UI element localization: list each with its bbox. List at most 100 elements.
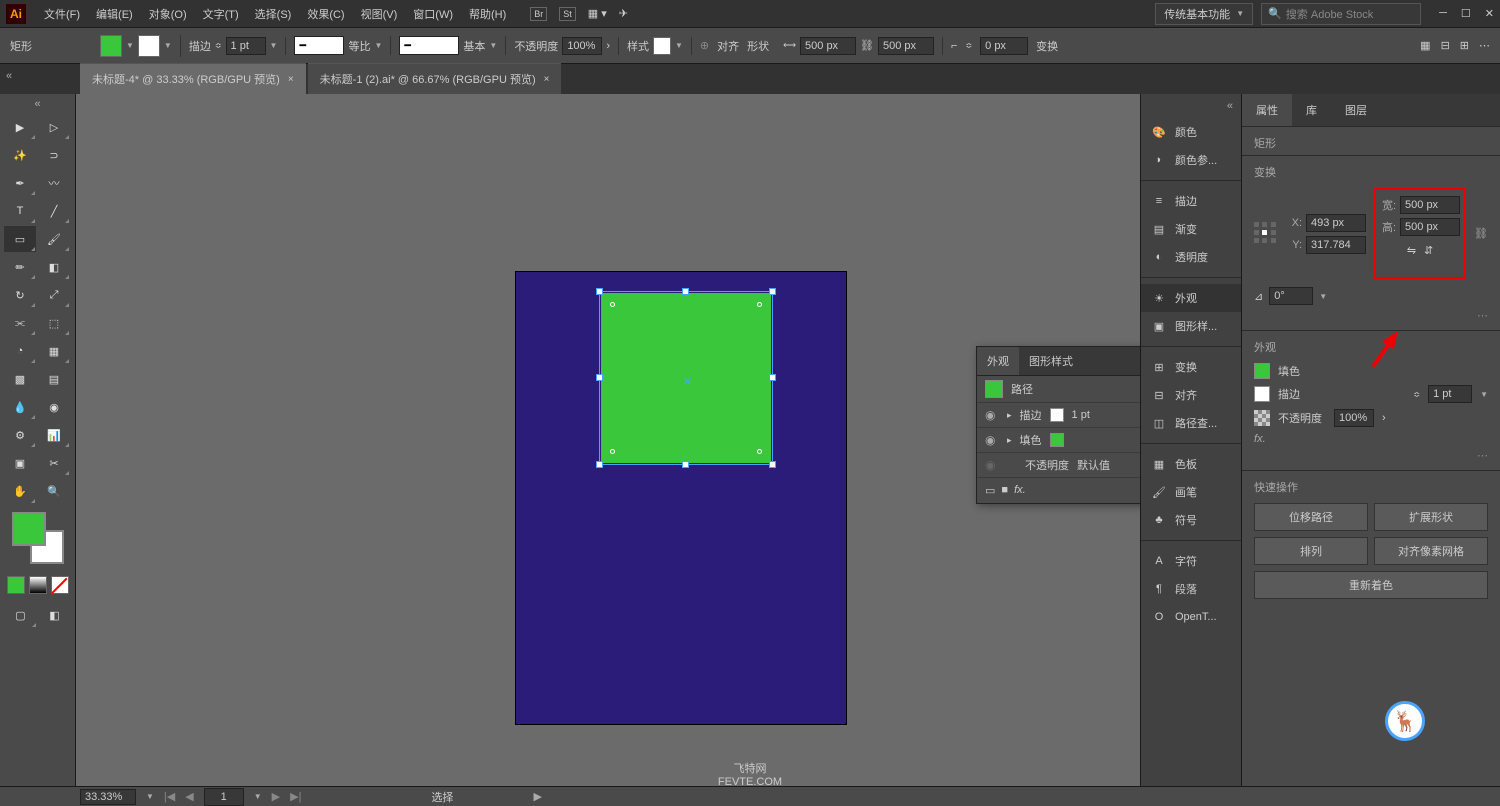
expand-icon[interactable]: ▸: [1007, 410, 1012, 421]
eraser-tool[interactable]: ◧: [38, 254, 70, 280]
maximize-icon[interactable]: ☐: [1461, 7, 1471, 20]
menu-select[interactable]: 选择(S): [247, 0, 300, 27]
toolbox-collapse-icon[interactable]: «: [4, 98, 71, 110]
fill-swatch[interactable]: [100, 35, 122, 57]
align-pixel-button[interactable]: 对齐像素网格: [1374, 537, 1488, 565]
transform-label[interactable]: 变换: [1036, 38, 1058, 54]
close-icon[interactable]: ✕: [1485, 7, 1494, 20]
magic-wand-tool[interactable]: ✨: [4, 142, 36, 168]
opacity-input[interactable]: 100%: [1334, 409, 1374, 427]
artboard-tool[interactable]: ▣: [4, 450, 36, 476]
status-chevron[interactable]: ▶: [533, 790, 541, 803]
strip-collapse-icon[interactable]: «: [1141, 100, 1241, 112]
appearance-tab[interactable]: 外观: [977, 347, 1019, 375]
gradient-tool[interactable]: ▤: [38, 366, 70, 392]
props-tab-layers[interactable]: 图层: [1331, 94, 1381, 126]
stroke-swatch[interactable]: [1254, 386, 1270, 402]
menu-help[interactable]: 帮助(H): [461, 0, 514, 27]
x-input[interactable]: [1306, 214, 1366, 232]
last-artboard-icon[interactable]: ▶|: [290, 790, 301, 803]
strip-opentype[interactable]: OOpenT...: [1141, 603, 1241, 631]
stroke-row[interactable]: ◉ ▸ 描边 1 pt: [977, 403, 1140, 428]
graphic-styles-tab[interactable]: 图形样式: [1019, 347, 1083, 375]
opacity-row[interactable]: ◉ 不透明度 默认值: [977, 453, 1140, 478]
pen-tool[interactable]: ✒: [4, 170, 36, 196]
shape-builder-tool[interactable]: ◔: [4, 338, 36, 364]
hand-tool[interactable]: ✋: [4, 478, 36, 504]
fx-icon[interactable]: fx.: [1014, 484, 1026, 497]
fill-row[interactable]: ◉ ▸ 填色: [977, 428, 1140, 453]
style-swatch[interactable]: [653, 37, 671, 55]
width-input[interactable]: 500 px: [800, 37, 856, 55]
strip-character[interactable]: A字符: [1141, 547, 1241, 575]
line-tool[interactable]: ╱: [38, 198, 70, 224]
menu-effect[interactable]: 效果(C): [299, 0, 352, 27]
strip-transparency[interactable]: ◐透明度: [1141, 243, 1241, 271]
flip-h-icon[interactable]: ⇋: [1407, 244, 1416, 257]
align-panel-icon[interactable]: ⊟: [1441, 39, 1450, 52]
opacity-chevron[interactable]: ›: [606, 40, 610, 52]
direct-selection-tool[interactable]: ▷: [38, 114, 70, 140]
strip-paragraph[interactable]: ¶段落: [1141, 575, 1241, 603]
arrange-icon[interactable]: ▦ ▾: [588, 7, 607, 21]
none-mode-swatch[interactable]: [51, 576, 69, 594]
slice-tool[interactable]: ✂: [38, 450, 70, 476]
selected-rectangle[interactable]: [601, 293, 771, 463]
graph-tool[interactable]: 📊: [38, 422, 70, 448]
tab-collapse-icon[interactable]: «: [6, 70, 12, 82]
menu-window[interactable]: 窗口(W): [405, 0, 461, 27]
reference-point[interactable]: [1254, 222, 1278, 246]
strip-pathfinder[interactable]: ◫路径查...: [1141, 409, 1241, 437]
bridge-icon[interactable]: Br: [530, 7, 547, 21]
close-icon[interactable]: ×: [544, 74, 550, 85]
curvature-tool[interactable]: 〰: [38, 170, 70, 196]
perspective-tool[interactable]: ▦: [38, 338, 70, 364]
stroke-weight-input[interactable]: 1 pt: [1428, 385, 1472, 403]
screen-mode-tool[interactable]: ▢: [5, 602, 37, 628]
offset-path-button[interactable]: 位移路径: [1254, 503, 1368, 531]
strip-appearance[interactable]: ☀外观: [1141, 284, 1241, 312]
opacity-input[interactable]: 100%: [562, 37, 602, 55]
doc-tab-1[interactable]: 未标题-4* @ 33.33% (RGB/GPU 预览) ×: [80, 63, 306, 94]
zoom-input[interactable]: 33.33%: [80, 789, 136, 805]
strip-symbols[interactable]: ♣符号: [1141, 506, 1241, 534]
path-row[interactable]: 路径: [977, 376, 1140, 403]
menu-type[interactable]: 文字(T): [195, 0, 247, 27]
expand-shape-button[interactable]: 扩展形状: [1374, 503, 1488, 531]
rotate-tool[interactable]: ↻: [4, 282, 36, 308]
props-tab-libraries[interactable]: 库: [1292, 94, 1331, 126]
corner-input[interactable]: 0 px: [980, 37, 1028, 55]
menu-view[interactable]: 视图(V): [353, 0, 406, 27]
shape-button[interactable]: 形状: [747, 38, 769, 54]
prev-artboard-icon[interactable]: ◀: [185, 790, 193, 803]
doc-tab-2[interactable]: 未标题-1 (2).ai* @ 66.67% (RGB/GPU 预览) ×: [308, 63, 562, 94]
recolor-icon[interactable]: ⊕: [700, 39, 709, 52]
shaper-tool[interactable]: ✏: [4, 254, 36, 280]
brush-def[interactable]: ━: [399, 36, 459, 55]
opacity-chevron[interactable]: ›: [1382, 412, 1386, 424]
angle-input[interactable]: 0°: [1269, 287, 1313, 305]
y-input[interactable]: [1306, 236, 1366, 254]
height-input[interactable]: 500 px: [878, 37, 934, 55]
transform-more-icon[interactable]: ⋯: [1254, 309, 1488, 322]
paintbrush-tool[interactable]: 🖌: [38, 226, 70, 252]
mesh-tool[interactable]: ▩: [4, 366, 36, 392]
align-label[interactable]: 对齐: [717, 38, 739, 54]
symbol-sprayer-tool[interactable]: ⚙: [4, 422, 36, 448]
color-mode-swatch[interactable]: [7, 576, 25, 594]
stock-icon[interactable]: St: [559, 7, 576, 21]
stroke-swatch[interactable]: [138, 35, 160, 57]
menu-edit[interactable]: 编辑(E): [88, 0, 141, 27]
gpu-icon[interactable]: ✈: [619, 7, 628, 21]
arrange-button[interactable]: 排列: [1254, 537, 1368, 565]
eyedropper-tool[interactable]: 💧: [4, 394, 36, 420]
w-input[interactable]: [1400, 196, 1460, 214]
free-transform-tool[interactable]: ⬚: [38, 310, 70, 336]
search-input[interactable]: 🔍 搜索 Adobe Stock: [1261, 3, 1421, 25]
zoom-tool[interactable]: 🔍: [38, 478, 70, 504]
recolor-button[interactable]: 重新着色: [1254, 571, 1488, 599]
expand-icon[interactable]: ▸: [1007, 435, 1012, 446]
isolate-icon[interactable]: ▦: [1420, 39, 1430, 52]
strip-stroke[interactable]: ≡描边: [1141, 187, 1241, 215]
visibility-icon[interactable]: ◉: [985, 433, 999, 447]
